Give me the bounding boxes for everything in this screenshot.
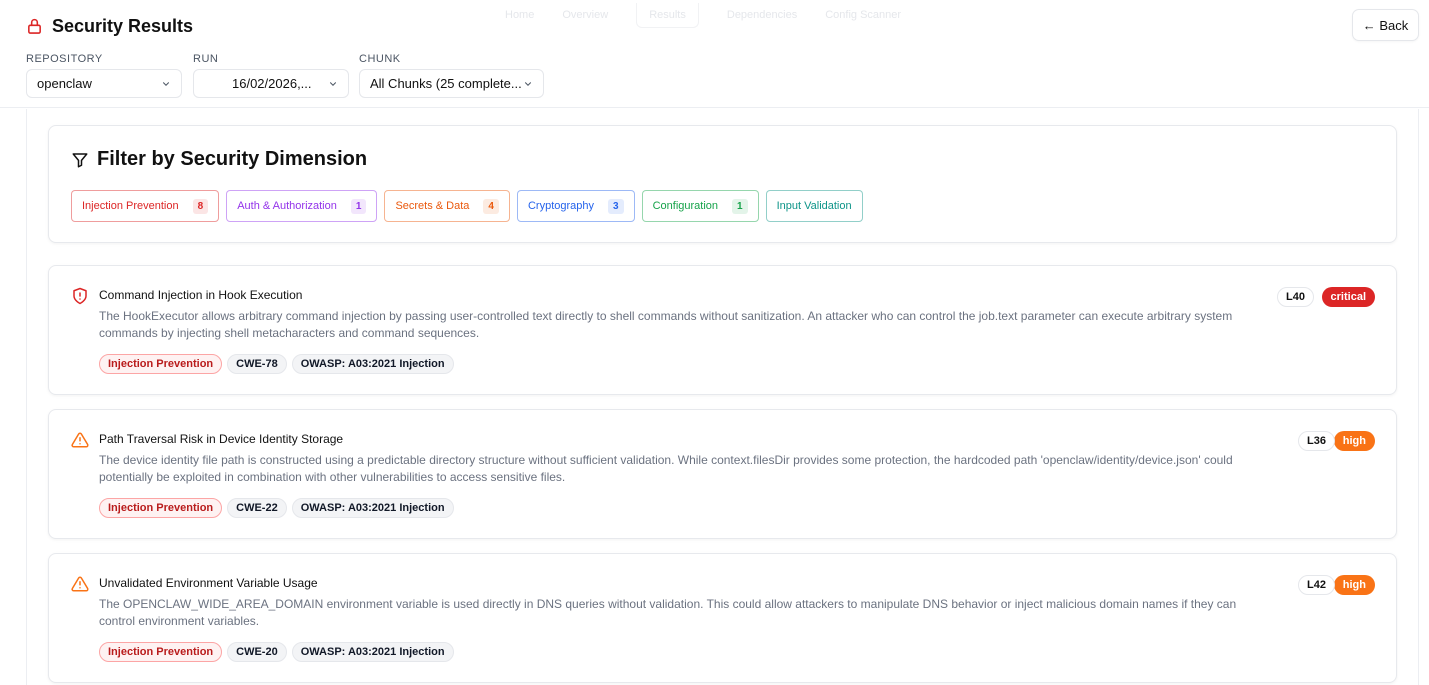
chevron-down-icon	[523, 79, 533, 89]
top-bar: Security Results Home Overview Results D…	[0, 0, 1429, 108]
warning-triangle-icon	[71, 575, 89, 593]
line-number-badge: L42	[1298, 575, 1335, 595]
chip-label: Auth & Authorization	[237, 200, 337, 212]
filter-icon	[72, 152, 88, 167]
chip-injection-prevention[interactable]: Injection Prevention 8	[71, 190, 220, 222]
run-value: 16/02/2026,...	[232, 76, 312, 91]
issue-tags: Injection Prevention CWE-22 OWASP: A03:202…	[99, 498, 454, 518]
page-title-text: Security Results	[52, 15, 194, 36]
chip-input-validation[interactable]: Input Validation	[765, 190, 863, 222]
chip-label: Cryptography	[527, 200, 595, 212]
chip-label: Input Validation	[776, 200, 852, 212]
chip-secrets-data[interactable]: Secrets & Data 4	[384, 190, 510, 222]
severity-badge: critical	[1321, 287, 1375, 307]
cwe-tag: CWE-78	[227, 354, 287, 374]
tab-dependencies[interactable]: Dependencies	[727, 9, 797, 21]
tab-home[interactable]: Home	[505, 9, 534, 21]
lock-icon	[28, 18, 41, 34]
issue-card[interactable]: Path Traversal Risk in Device Identity S…	[48, 409, 1397, 539]
cwe-tag: CWE-20	[227, 642, 287, 662]
issue-description: The HookExecutor allows arbitrary comman…	[99, 309, 1233, 340]
chip-label: Configuration	[652, 200, 719, 212]
warning-triangle-icon	[71, 431, 89, 449]
severity-badge: high	[1333, 431, 1375, 451]
issue-tags: Injection Prevention CWE-78 OWASP: A03:202…	[99, 354, 454, 374]
repository-select[interactable]: openclaw	[26, 69, 182, 98]
chip-count: 4	[483, 198, 499, 214]
chip-cryptography[interactable]: Cryptography 3	[516, 190, 635, 222]
dimension-tag: Injection Prevention	[99, 354, 223, 374]
issue-card[interactable]: Command Injection in Hook Execution The H…	[48, 265, 1397, 395]
line-number-badge: L36	[1298, 431, 1335, 451]
issue-description: The OPENCLAW_WIDE_AREA_DOMAIN environmen…	[99, 597, 1237, 628]
chip-count: 1	[732, 198, 748, 214]
dimension-filter-card: Filter by Security Dimension Injection P…	[48, 125, 1397, 243]
chunk-value: All Chunks (25 complete...	[370, 76, 522, 91]
chip-label: Secrets & Data	[395, 200, 470, 212]
nav-tabs: Home Overview Results Dependencies Confi…	[505, 0, 901, 30]
chip-auth-authorization[interactable]: Auth & Authorization 1	[226, 190, 378, 222]
dimension-chips: Injection Prevention 8 Auth & Authorizatio…	[71, 190, 863, 222]
chip-count: 8	[192, 198, 209, 214]
shield-alert-icon	[71, 287, 89, 305]
line-number-badge: L40	[1277, 287, 1314, 307]
tab-overview[interactable]: Overview	[562, 9, 608, 21]
back-button-label: ← Back	[1362, 17, 1409, 33]
chip-configuration[interactable]: Configuration 1	[641, 190, 759, 222]
repository-label: REPOSITORY	[26, 53, 103, 65]
chevron-down-icon	[328, 79, 338, 89]
cwe-tag: CWE-22	[227, 498, 287, 518]
issue-description: The device identity file path is constru…	[99, 453, 1233, 484]
owasp-tag: OWASP: A03:2021 Injection	[291, 642, 454, 662]
issue-title: Path Traversal Risk in Device Identity S…	[99, 432, 344, 446]
results-panel: Filter by Security Dimension Injection P…	[26, 109, 1419, 685]
chip-label: Injection Prevention	[82, 200, 179, 212]
issue-title: Unvalidated Environment Variable Usage	[99, 576, 318, 590]
chip-count: 1	[350, 198, 367, 214]
chunk-label: CHUNK	[359, 53, 401, 65]
filter-title: Filter by Security Dimension	[71, 148, 367, 171]
severity-badge: high	[1333, 575, 1375, 595]
back-button[interactable]: ← Back	[1352, 9, 1419, 41]
owasp-tag: OWASP: A03:2021 Injection	[291, 354, 454, 374]
filter-title-text: Filter by Security Dimension	[97, 148, 368, 170]
issue-card[interactable]: Unvalidated Environment Variable Usage Th…	[48, 553, 1397, 683]
chevron-down-icon	[161, 79, 171, 89]
repository-value: openclaw	[37, 76, 92, 91]
run-label: RUN	[193, 53, 219, 65]
owasp-tag: OWASP: A03:2021 Injection	[291, 498, 454, 518]
tab-config-scanner[interactable]: Config Scanner	[825, 9, 901, 21]
page-title: Security Results	[26, 14, 193, 38]
dimension-tag: Injection Prevention	[99, 498, 223, 518]
issue-tags: Injection Prevention CWE-20 OWASP: A03:202…	[99, 642, 454, 662]
tab-results[interactable]: Results	[636, 2, 699, 28]
chip-count: 3	[608, 198, 624, 214]
dimension-tag: Injection Prevention	[99, 642, 223, 662]
issue-title: Command Injection in Hook Execution	[99, 288, 303, 302]
chunk-select[interactable]: All Chunks (25 complete...	[359, 69, 544, 98]
run-select[interactable]: 16/02/2026,...	[193, 69, 349, 98]
